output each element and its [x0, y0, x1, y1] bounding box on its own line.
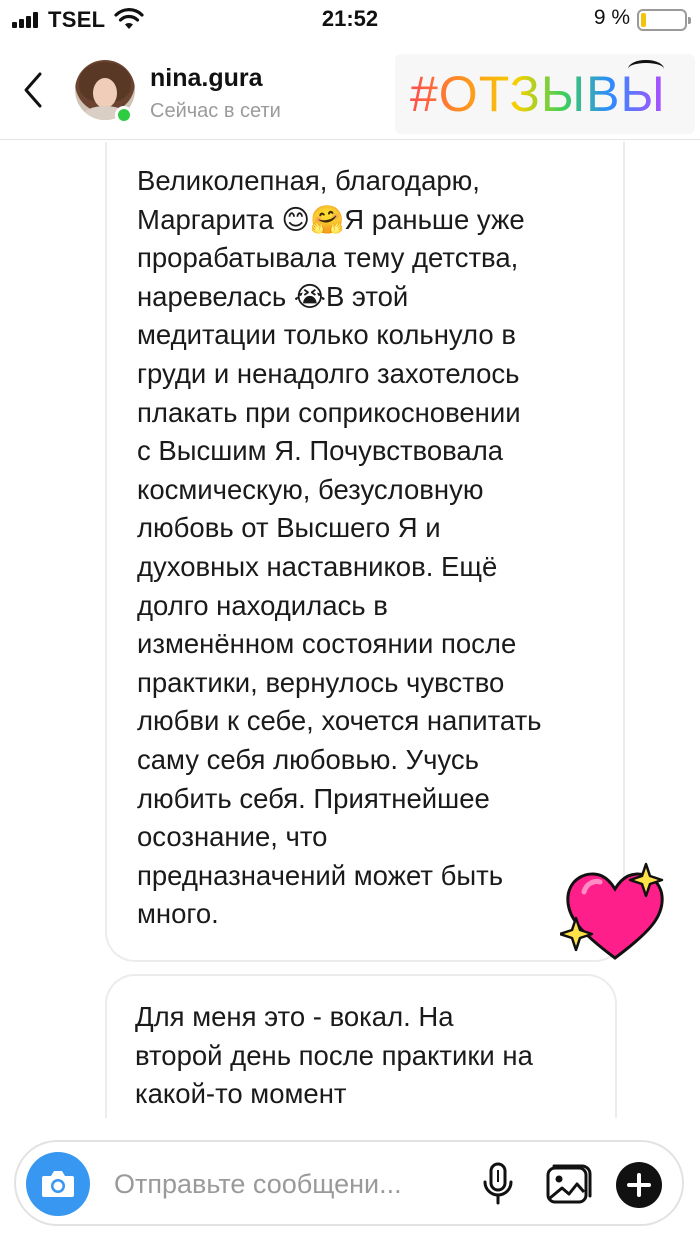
battery-icon: [637, 9, 691, 31]
microphone-icon[interactable]: [478, 1160, 518, 1208]
message-input[interactable]: [114, 1164, 474, 1204]
back-button[interactable]: [18, 68, 48, 112]
message-text: Великолепная, благодарю, Маргарита 😊🤗Я р…: [137, 165, 542, 930]
gallery-icon[interactable]: [544, 1160, 594, 1210]
message-composer: [14, 1140, 684, 1226]
camera-button[interactable]: [26, 1152, 90, 1216]
status-bar: TSEL 21:52 9 %: [0, 0, 700, 42]
presence-status: Сейчас в сети: [150, 100, 281, 122]
plus-button[interactable]: [616, 1162, 662, 1208]
message-text: Для меня это - вокал. На второй день пос…: [135, 1001, 533, 1110]
chat-username[interactable]: nina.gura: [150, 64, 263, 93]
camera-icon: [42, 1171, 74, 1197]
sparkle-heart-icon: [560, 862, 664, 960]
battery-percent: 9 %: [593, 6, 630, 29]
sticker-arc-decoration: [628, 60, 664, 78]
online-indicator: [115, 106, 133, 124]
message-bubble[interactable]: Великолепная, благодарю, Маргарита 😊🤗Я р…: [105, 142, 625, 962]
chat-header: nina.gura Сейчас в сети #ОТЗЫВЫ: [0, 42, 700, 140]
